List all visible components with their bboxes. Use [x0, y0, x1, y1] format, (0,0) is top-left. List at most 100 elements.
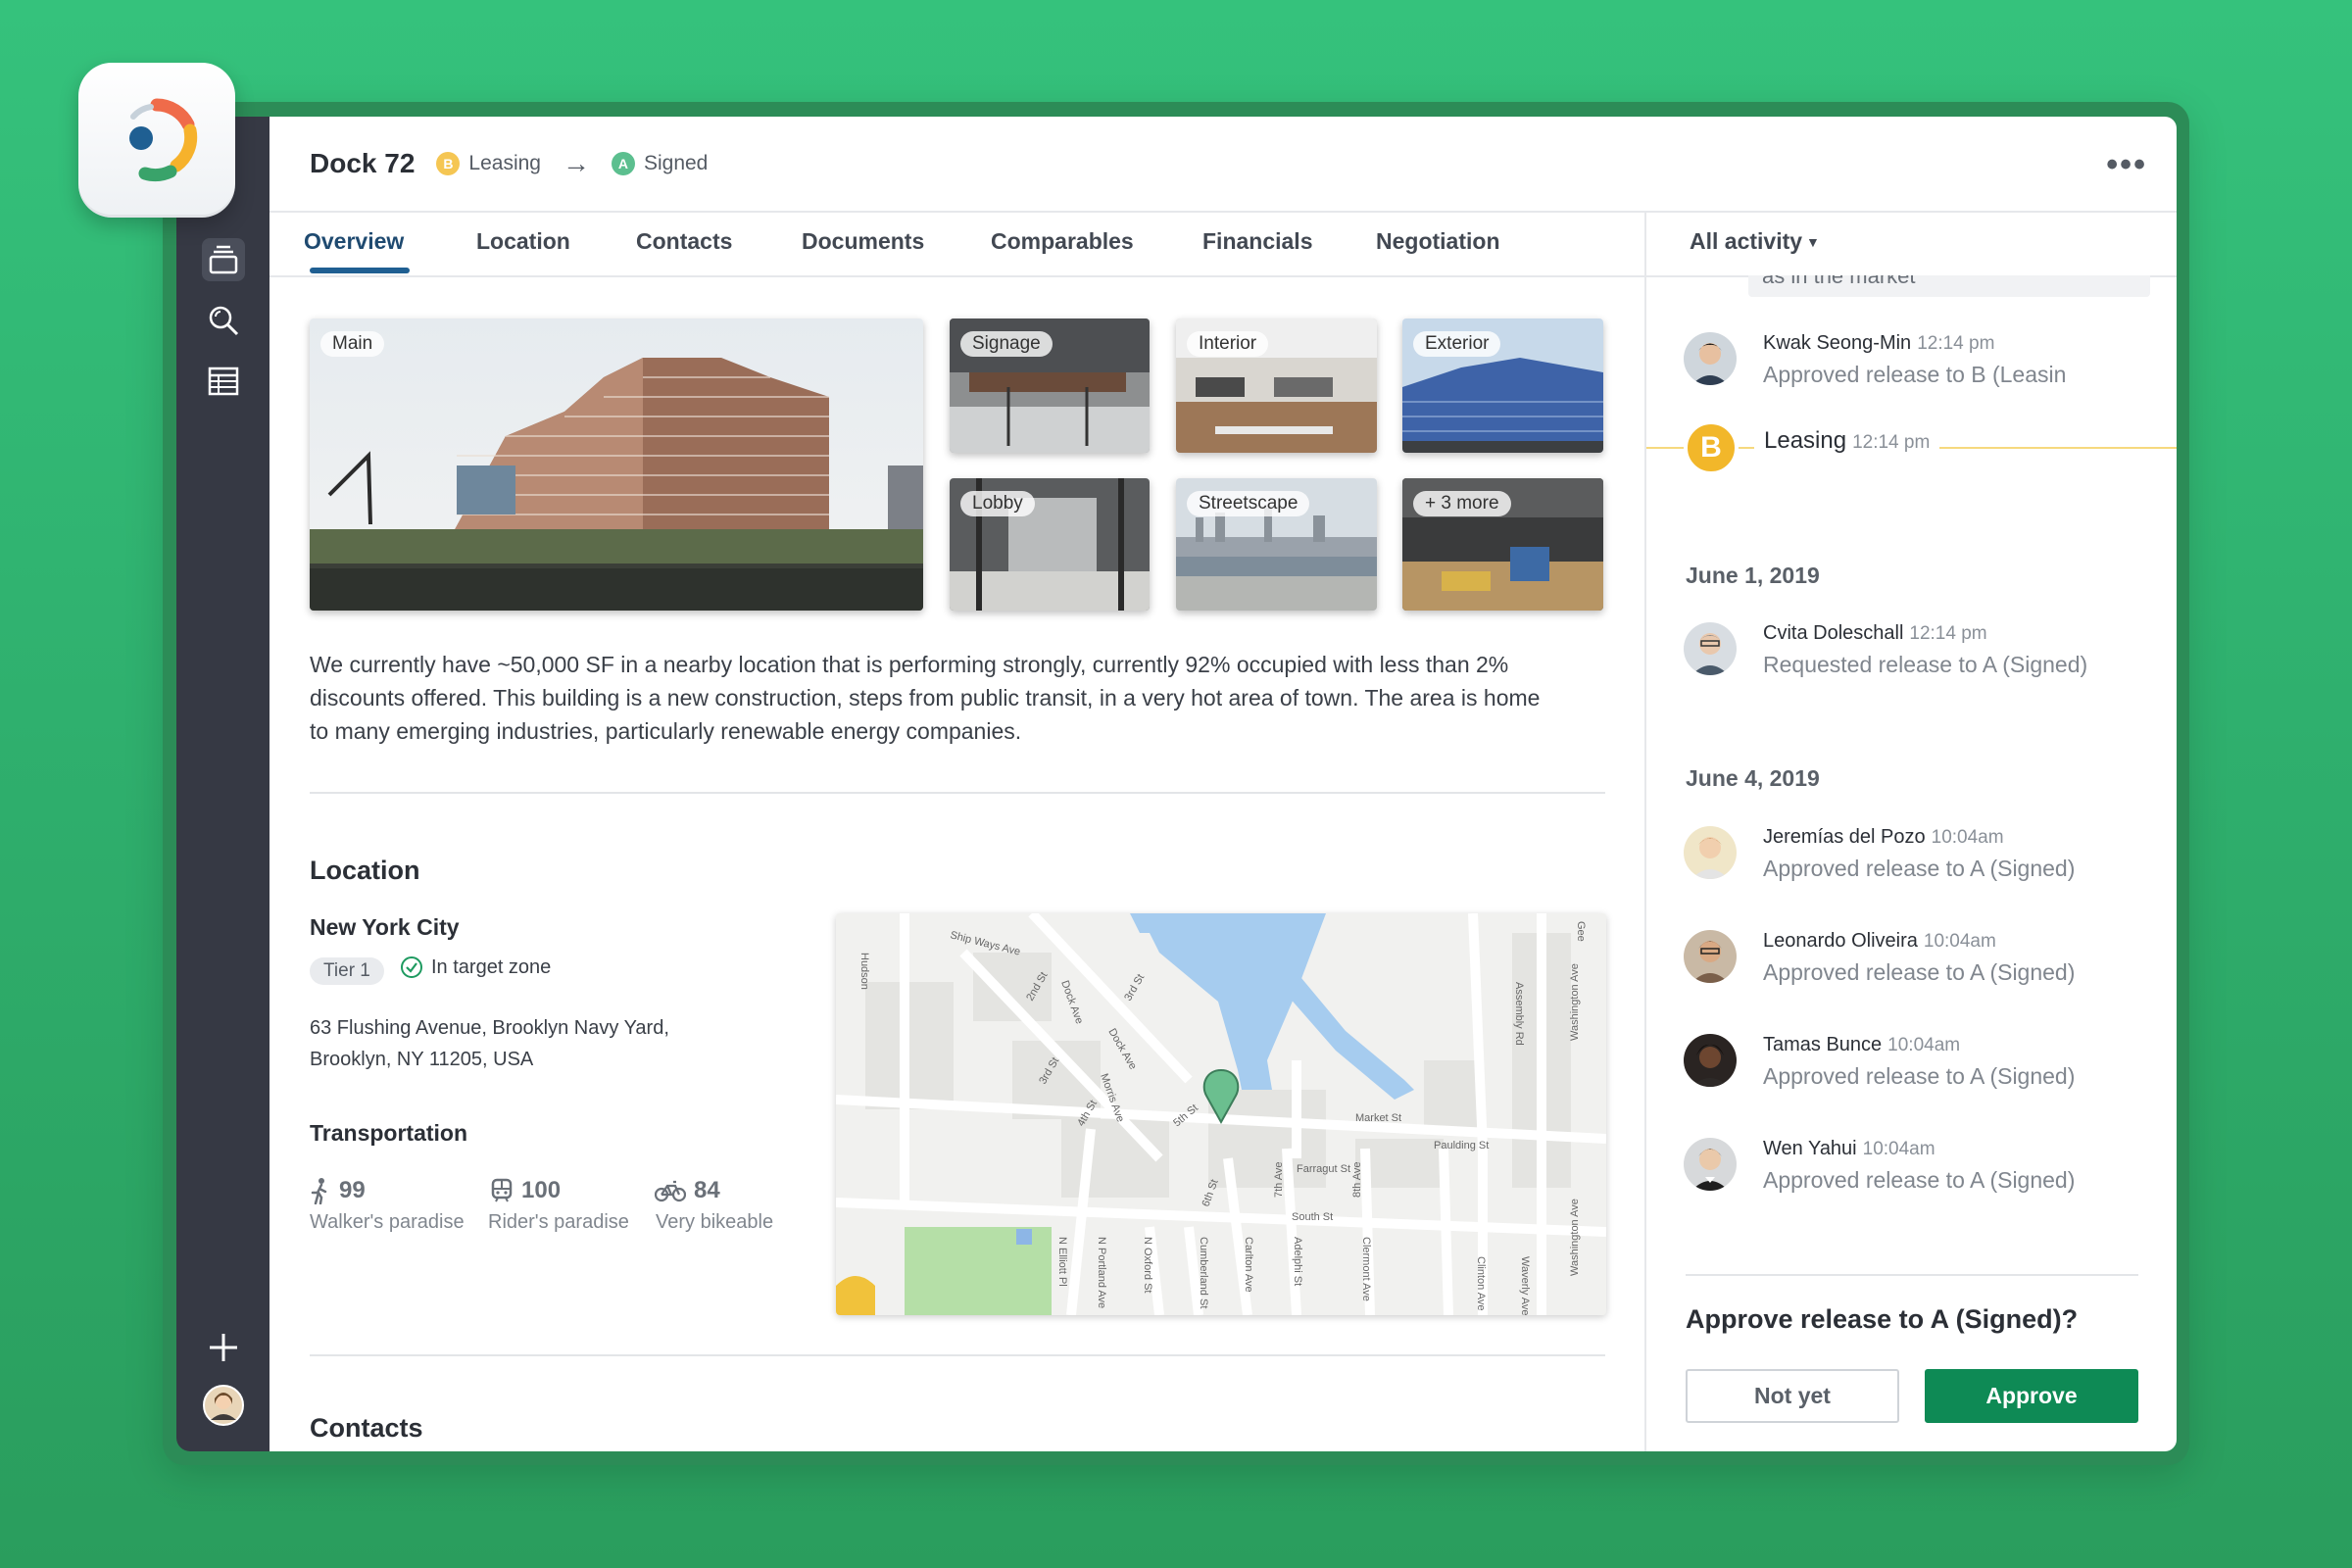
activity-filter-label: All activity	[1690, 228, 1803, 254]
transit-score-desc: Rider's paradise	[488, 1211, 629, 1233]
check-circle-icon	[401, 956, 422, 978]
activity-action: Approved release to B (Leasin	[1763, 362, 2067, 387]
map-label: Hudson	[858, 953, 870, 990]
activity-time: 10:04am	[1923, 931, 1996, 952]
photo-label: + 3 more	[1413, 491, 1511, 516]
map-label: N Oxford St	[1142, 1237, 1153, 1293]
approval-question: Approve release to A (Signed)?	[1686, 1304, 2079, 1334]
bike-score: 84	[655, 1177, 720, 1204]
not-yet-button[interactable]: Not yet	[1686, 1369, 1899, 1423]
stage-from-label: Leasing	[468, 152, 541, 174]
map-label: 7th Ave	[1273, 1162, 1285, 1199]
photo-streetscape[interactable]: Streetscape	[1176, 478, 1377, 611]
app-logo-icon	[129, 98, 198, 182]
activity-entry: Leonardo Oliveira 10:04am Approved releas…	[1684, 930, 2154, 999]
avatar	[1684, 930, 1737, 983]
photo-label: Streetscape	[1187, 491, 1310, 516]
stage-b-badge: B	[1684, 420, 1739, 475]
activity-time: 12:14 pm	[1917, 333, 1995, 354]
tab-documents[interactable]: Documents	[802, 228, 924, 255]
bike-icon	[655, 1180, 686, 1202]
photo-signage[interactable]: Signage	[950, 318, 1150, 453]
map-label: South St	[1292, 1211, 1333, 1223]
target-zone-status: In target zone	[400, 956, 551, 979]
approval-divider	[1686, 1274, 2138, 1276]
active-tab-indicator	[310, 268, 410, 273]
map-canvas: Ship Ways Ave Market St Farragut St Paul…	[836, 913, 1606, 1315]
table-icon[interactable]	[202, 360, 245, 403]
stage-event-name: Leasing	[1764, 427, 1847, 454]
activity-user-name: Leonardo Oliveira	[1763, 930, 1918, 952]
map-label: Gee	[1575, 921, 1587, 942]
main-panel: Dock 72 B Leasing → A Signed ••• Overvie…	[270, 117, 2177, 1451]
tab-overview[interactable]: Overview	[304, 228, 404, 255]
arrow-right-icon: →	[562, 148, 590, 178]
map-label: Cumberland St	[1198, 1237, 1209, 1308]
activity-user-name: Wen Yahui	[1763, 1138, 1857, 1159]
walk-score-desc: Walker's paradise	[310, 1211, 465, 1233]
activity-time: 10:04am	[1931, 827, 2004, 848]
sidebar	[176, 117, 270, 1451]
transit-score: 100	[490, 1177, 561, 1204]
map-label: Clinton Ave	[1475, 1256, 1487, 1310]
photo-label: Exterior	[1413, 331, 1501, 357]
activity-filter-dropdown[interactable]: All activity ▼	[1690, 228, 1820, 255]
activity-entry: Tamas Bunce 10:04am Approved release to A…	[1684, 1034, 2154, 1102]
map-label: Clermont Ave	[1360, 1237, 1372, 1301]
property-description: We currently have ~50,000 SF in a nearby…	[310, 652, 1541, 744]
comment-card-partial: as in the market	[1748, 275, 2150, 297]
tab-location[interactable]: Location	[476, 228, 570, 255]
activity-action: Approved release to A (Signed)	[1763, 856, 2076, 881]
overview-content: Main Signage Interior Exterior Lobby Str…	[270, 277, 1644, 1451]
location-map[interactable]: Ship Ways Ave Market St Farragut St Paul…	[836, 913, 1606, 1315]
transit-score-value: 100	[521, 1177, 562, 1203]
photo-exterior[interactable]: Exterior	[1402, 318, 1603, 453]
transportation-heading: Transportation	[310, 1120, 468, 1146]
tier-badge: Tier 1	[310, 957, 384, 985]
bike-score-value: 84	[694, 1177, 720, 1203]
avatar	[1684, 622, 1737, 675]
train-icon	[491, 1178, 513, 1202]
tab-financials[interactable]: Financials	[1202, 228, 1312, 255]
activity-time: 10:04am	[1887, 1035, 1961, 1055]
photo-label: Interior	[1187, 331, 1269, 357]
tab-comparables[interactable]: Comparables	[991, 228, 1134, 255]
date-heading: June 1, 2019	[1686, 563, 1820, 588]
activity-action: Requested release to A (Signed)	[1763, 652, 2088, 677]
tab-bar: Overview Location Contacts Documents Com…	[270, 213, 1644, 277]
photo-main[interactable]: Main	[310, 318, 923, 611]
photo-label: Lobby	[960, 491, 1035, 516]
map-label: Market St	[1355, 1112, 1401, 1124]
photo-lobby[interactable]: Lobby	[950, 478, 1150, 611]
activity-entry: Cvita Doleschall 12:14 pm Requested relea…	[1684, 622, 2154, 691]
stack-icon[interactable]	[202, 238, 245, 281]
map-label: Adelphi St	[1292, 1237, 1303, 1286]
bike-score-desc: Very bikeable	[656, 1211, 774, 1233]
avatar	[1684, 332, 1737, 385]
search-icon[interactable]	[202, 299, 245, 342]
activity-action: Approved release to A (Signed)	[1763, 1167, 2076, 1193]
top-bar: Dock 72 B Leasing → A Signed •••	[270, 117, 2177, 213]
section-divider	[310, 1354, 1605, 1356]
user-avatar[interactable]	[202, 1384, 245, 1427]
stage-to-label: Signed	[643, 152, 709, 174]
photo-interior[interactable]: Interior	[1176, 318, 1377, 453]
photo-label: Signage	[960, 331, 1053, 357]
activity-user-name: Kwak Seong-Min	[1763, 332, 1912, 354]
location-heading: Location	[310, 856, 420, 885]
activity-time: 10:04am	[1862, 1139, 1936, 1159]
stage-b-badge: B	[436, 152, 461, 175]
tab-contacts[interactable]: Contacts	[636, 228, 732, 255]
more-options-icon[interactable]: •••	[2106, 146, 2147, 184]
photo-more[interactable]: + 3 more	[1402, 478, 1603, 611]
avatar	[1684, 1034, 1737, 1087]
address: 63 Flushing Avenue, Brooklyn Navy Yard, …	[310, 1012, 669, 1075]
app-logo	[78, 63, 235, 218]
city-name: New York City	[310, 914, 460, 940]
walk-score: 99	[310, 1177, 366, 1204]
zone-label: In target zone	[431, 956, 552, 978]
building-photo	[310, 318, 923, 611]
tab-negotiation[interactable]: Negotiation	[1376, 228, 1500, 255]
approve-button[interactable]: Approve	[1925, 1369, 2138, 1423]
plus-icon[interactable]	[202, 1326, 245, 1369]
